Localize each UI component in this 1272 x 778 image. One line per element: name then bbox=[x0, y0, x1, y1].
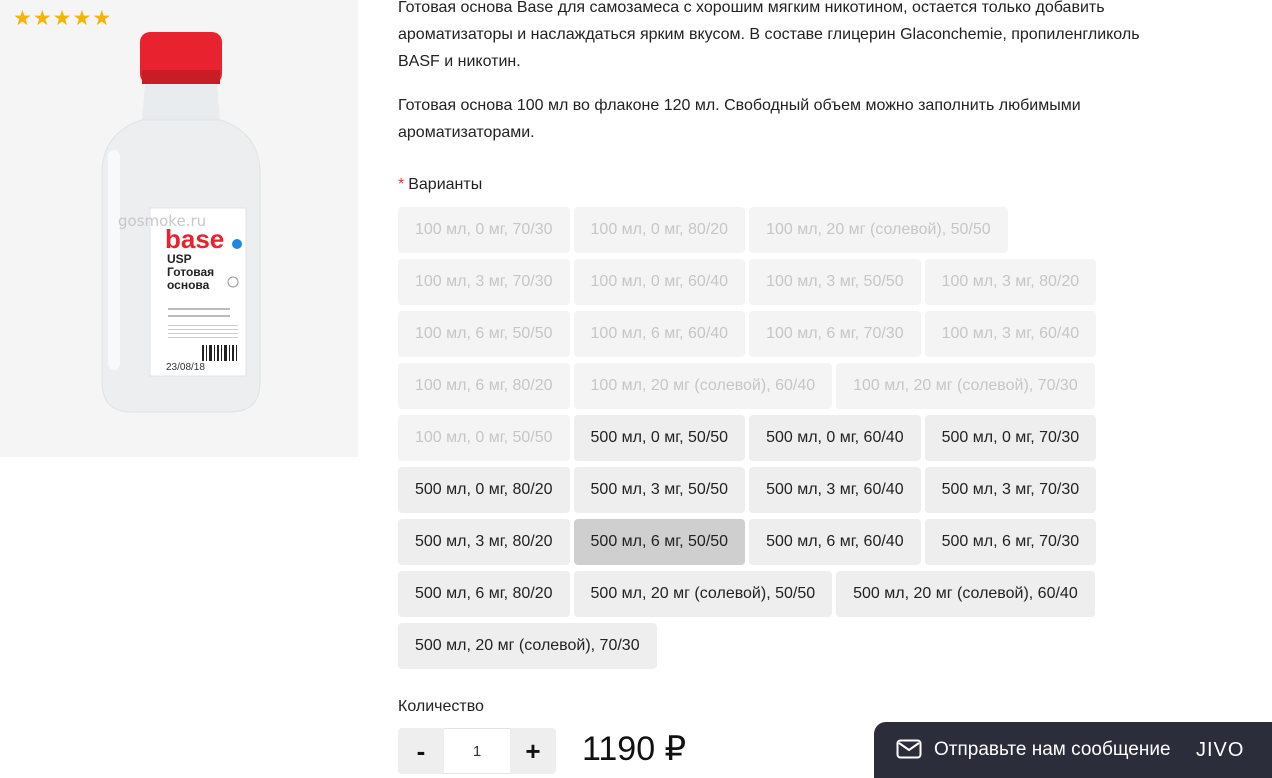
variant-option-selected[interactable]: 500 мл, 6 мг, 50/50 bbox=[573, 519, 746, 565]
chat-widget-text: Отправьте нам сообщение bbox=[934, 739, 1171, 760]
variant-option[interactable]: 500 мл, 0 мг, 80/20 bbox=[398, 467, 570, 513]
variant-option[interactable]: 500 мл, 3 мг, 80/20 bbox=[398, 519, 570, 565]
star-icon: ★ bbox=[13, 7, 32, 30]
quantity-stepper: - + bbox=[398, 728, 556, 774]
bottle-line2-text: Готовая bbox=[167, 265, 214, 279]
variants-label-text: Варианты bbox=[408, 176, 483, 193]
product-image[interactable]: ★ ★ ★ ★ ★ gosmoke.ru base USP Готовая основа bbox=[0, 0, 358, 457]
variant-option[interactable]: 100 мл, 3 мг, 70/30 bbox=[398, 259, 570, 305]
rating-stars: ★ ★ ★ ★ ★ bbox=[13, 7, 112, 30]
star-icon: ★ bbox=[52, 7, 72, 30]
variant-option[interactable]: 500 мл, 0 мг, 50/50 bbox=[573, 415, 746, 461]
variant-option[interactable]: 100 мл, 0 мг, 80/20 bbox=[573, 207, 746, 253]
variant-option[interactable]: 100 мл, 6 мг, 60/40 bbox=[573, 311, 746, 357]
bottle-date-text: 23/08/18 bbox=[166, 362, 205, 373]
variant-option[interactable]: 500 мл, 3 мг, 60/40 bbox=[749, 467, 921, 513]
variant-option[interactable]: 100 мл, 6 мг, 50/50 bbox=[398, 311, 570, 357]
variant-option[interactable]: 100 мл, 6 мг, 70/30 bbox=[749, 311, 921, 357]
quantity-decrease-button[interactable]: - bbox=[398, 728, 444, 774]
variant-option[interactable]: 100 мл, 0 мг, 60/40 bbox=[573, 259, 746, 305]
required-mark: * bbox=[398, 176, 405, 193]
variant-option[interactable]: 100 мл, 3 мг, 80/20 bbox=[924, 259, 1097, 305]
bottle-line1-text: USP bbox=[167, 252, 192, 266]
variant-option[interactable]: 500 мл, 20 мг (солевой), 70/30 bbox=[398, 623, 657, 669]
variants-label: * Варианты bbox=[398, 176, 482, 194]
product-price: 1190 ₽ bbox=[582, 730, 687, 768]
variant-option[interactable]: 100 мл, 20 мг (солевой), 60/40 bbox=[573, 363, 833, 409]
variant-option[interactable]: 100 мл, 6 мг, 80/20 bbox=[398, 363, 570, 409]
variant-option[interactable]: 500 мл, 0 мг, 60/40 bbox=[749, 415, 921, 461]
variant-option[interactable]: 100 мл, 3 мг, 50/50 bbox=[749, 259, 921, 305]
variant-option[interactable]: 100 мл, 20 мг (солевой), 70/30 bbox=[836, 363, 1095, 409]
star-icon: ★ bbox=[32, 7, 52, 30]
variant-option[interactable]: 500 мл, 20 мг (солевой), 50/50 bbox=[573, 571, 833, 617]
variant-option[interactable]: 500 мл, 20 мг (солевой), 60/40 bbox=[836, 571, 1095, 617]
quantity-input[interactable] bbox=[444, 728, 510, 774]
star-icon: ★ bbox=[92, 7, 112, 30]
variant-options: 100 мл, 0 мг, 70/30 100 мл, 0 мг, 80/20 10… bbox=[398, 207, 1128, 669]
variant-option[interactable]: 100 мл, 20 мг (солевой), 50/50 bbox=[749, 207, 1008, 253]
product-description-1: Готовая основа Base для самозамеса с хор… bbox=[398, 0, 1140, 70]
variant-option[interactable]: 500 мл, 3 мг, 70/30 bbox=[924, 467, 1097, 513]
product-description-2: Готовая основа 100 мл во флаконе 120 мл.… bbox=[398, 97, 1081, 141]
variant-option[interactable]: 100 мл, 0 мг, 50/50 bbox=[398, 415, 570, 461]
variant-option[interactable]: 100 мл, 0 мг, 70/30 bbox=[398, 207, 570, 253]
chat-widget-button[interactable]: Отправьте нам сообщение JIVO bbox=[874, 722, 1272, 778]
quantity-label: Количество bbox=[398, 698, 484, 715]
bottle-brand-text: base bbox=[165, 224, 224, 254]
variant-option[interactable]: 500 мл, 3 мг, 50/50 bbox=[573, 467, 746, 513]
variant-option[interactable]: 500 мл, 6 мг, 60/40 bbox=[749, 519, 921, 565]
chat-brand-logo: JIVO bbox=[1196, 739, 1245, 761]
envelope-icon bbox=[896, 739, 922, 759]
product-bottle-image: gosmoke.ru base USP Готовая основа 23/08… bbox=[101, 32, 261, 413]
star-icon: ★ bbox=[72, 7, 92, 30]
variant-option[interactable]: 500 мл, 6 мг, 70/30 bbox=[924, 519, 1097, 565]
quantity-increase-button[interactable]: + bbox=[510, 728, 556, 774]
variant-option[interactable]: 100 мл, 3 мг, 60/40 bbox=[924, 311, 1097, 357]
bottle-line3-text: основа bbox=[167, 278, 210, 292]
variant-option[interactable]: 500 мл, 6 мг, 80/20 bbox=[398, 571, 570, 617]
variant-option[interactable]: 500 мл, 0 мг, 70/30 bbox=[924, 415, 1097, 461]
